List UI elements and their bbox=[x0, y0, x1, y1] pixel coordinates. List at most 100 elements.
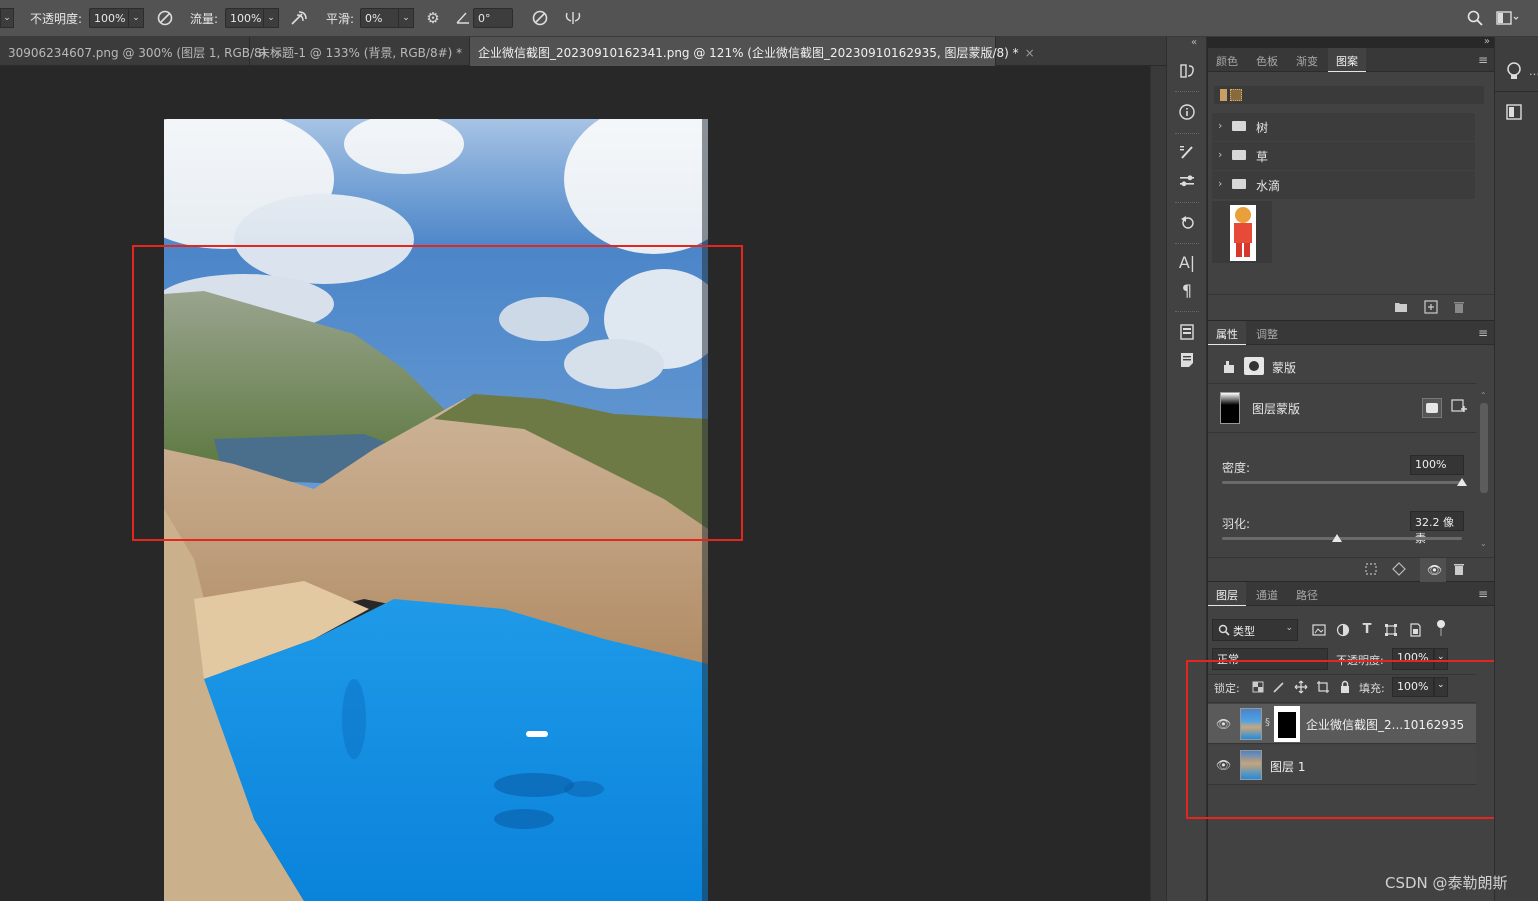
mask-icon bbox=[1244, 357, 1264, 375]
pattern-group-row[interactable]: › 草 bbox=[1212, 142, 1475, 170]
layer-mask-row[interactable]: 图层蒙版 bbox=[1208, 383, 1476, 433]
separator bbox=[1495, 91, 1538, 92]
selection-from-mask-icon[interactable] bbox=[1364, 562, 1378, 576]
new-pattern-icon[interactable] bbox=[1424, 300, 1438, 314]
flow-label: 流量: bbox=[190, 12, 219, 26]
patterns-panel: » 颜色 色板 渐变 图案 ≡ › 树 › 草 › 水滴 bbox=[1208, 36, 1494, 320]
pixel-mask-icon bbox=[1222, 360, 1236, 374]
clone-source-icon[interactable] bbox=[1177, 212, 1197, 232]
search-icon bbox=[1218, 624, 1230, 636]
opacity-input[interactable]: 100% bbox=[89, 8, 129, 28]
folder-icon bbox=[1232, 121, 1246, 131]
opacity-dropdown[interactable]: ⌄ bbox=[128, 8, 144, 28]
pressure-opacity-icon[interactable] bbox=[155, 9, 175, 27]
layer-filter-dropdown[interactable]: 类型 ⌄ bbox=[1212, 619, 1298, 641]
collapse-icon[interactable]: « bbox=[1191, 37, 1197, 48]
symmetry-icon[interactable] bbox=[563, 9, 583, 27]
brush-presets-icon[interactable] bbox=[1177, 171, 1197, 191]
paragraph-icon[interactable]: ¶ bbox=[1177, 280, 1197, 300]
search-icon[interactable] bbox=[1466, 9, 1484, 27]
lightbulb-icon[interactable] bbox=[1505, 61, 1523, 83]
filter-toggle-icon[interactable] bbox=[1436, 620, 1446, 636]
select-mask-icon[interactable] bbox=[1422, 398, 1442, 418]
document-tabs: 30906234607.png @ 300% (图层 1, RGB/8) × 未标… bbox=[0, 37, 1166, 66]
tab-swatches[interactable]: 色板 bbox=[1248, 48, 1286, 72]
pressure-size-icon[interactable] bbox=[530, 9, 550, 27]
properties-footer: 👁 bbox=[1208, 557, 1494, 582]
folder-icon bbox=[1232, 150, 1246, 160]
gear-icon[interactable]: ⚙ bbox=[424, 9, 442, 27]
trash-icon[interactable] bbox=[1452, 300, 1466, 314]
angle-input[interactable]: 0° bbox=[473, 8, 513, 28]
properties-scrollbar[interactable]: ⌃ ⌄ bbox=[1478, 391, 1490, 551]
panel-menu-icon[interactable]: ≡ bbox=[1478, 326, 1488, 340]
pattern-swatch[interactable] bbox=[1230, 89, 1242, 101]
tab-paths[interactable]: 路径 bbox=[1288, 582, 1326, 606]
density-slider[interactable] bbox=[1222, 481, 1462, 484]
libraries-icon[interactable] bbox=[1177, 322, 1197, 342]
tab-channels[interactable]: 通道 bbox=[1248, 582, 1286, 606]
tab-layers[interactable]: 图层 bbox=[1208, 582, 1246, 606]
tab-properties[interactable]: 属性 bbox=[1208, 321, 1246, 345]
vertical-scrollbar[interactable] bbox=[1150, 66, 1166, 901]
info-icon[interactable] bbox=[1177, 102, 1197, 122]
airbrush-icon[interactable] bbox=[289, 9, 309, 27]
workspace-icon[interactable] bbox=[1496, 10, 1520, 26]
panel-menu-icon[interactable]: ≡ bbox=[1478, 587, 1488, 601]
preset-dropdown[interactable]: ⌄ bbox=[0, 8, 14, 28]
doc-tab-label: 未标题-1 @ 133% (背景, RGB/8#) * bbox=[258, 46, 463, 60]
filter-pixel-icon[interactable] bbox=[1312, 623, 1326, 637]
feather-slider-thumb[interactable] bbox=[1332, 534, 1343, 542]
tab-color[interactable]: 颜色 bbox=[1208, 48, 1246, 72]
pattern-group-label: 草 bbox=[1256, 150, 1269, 164]
history-icon[interactable] bbox=[1177, 61, 1197, 81]
chevron-down-icon: ⌄ bbox=[1285, 623, 1293, 633]
filter-shape-icon[interactable] bbox=[1384, 623, 1398, 637]
close-icon[interactable]: × bbox=[1025, 46, 1035, 60]
mask-thumbnail bbox=[1220, 392, 1240, 424]
filter-smart-object-icon[interactable] bbox=[1408, 623, 1422, 637]
doc-tab-2[interactable]: 未标题-1 @ 133% (背景, RGB/8#) *× bbox=[250, 37, 478, 66]
patterns-footer bbox=[1208, 294, 1494, 320]
mask-visibility-toggle[interactable]: 👁 bbox=[1420, 558, 1446, 582]
chevron-right-icon[interactable]: › bbox=[1218, 177, 1222, 190]
doc-tab-3[interactable]: 企业微信截图_20230910162341.png @ 121% (企业微信截图… bbox=[470, 37, 1035, 66]
pattern-group-row[interactable]: › 水滴 bbox=[1212, 171, 1475, 199]
pattern-swatch[interactable] bbox=[1220, 89, 1227, 101]
panel-menu-icon[interactable]: ≡ bbox=[1478, 53, 1488, 67]
trash-icon[interactable] bbox=[1452, 562, 1466, 576]
chevron-right-icon[interactable]: › bbox=[1218, 148, 1222, 161]
flow-dropdown[interactable]: ⌄ bbox=[263, 8, 279, 28]
doc-tab-label: 企业微信截图_20230910162341.png @ 121% (企业微信截图… bbox=[478, 46, 1019, 60]
new-group-icon[interactable] bbox=[1394, 301, 1408, 313]
doc-tab-label: 30906234607.png @ 300% (图层 1, RGB/8) bbox=[8, 46, 267, 60]
tab-patterns[interactable]: 图案 bbox=[1328, 48, 1366, 72]
separator bbox=[1175, 311, 1199, 313]
vector-mask-icon[interactable] bbox=[1450, 398, 1468, 416]
character-icon[interactable]: A| bbox=[1177, 252, 1197, 272]
filter-type-icon[interactable]: T bbox=[1360, 622, 1374, 637]
pattern-group-row[interactable]: › 树 bbox=[1212, 113, 1475, 141]
flow-input[interactable]: 100% bbox=[225, 8, 265, 28]
expand-icon[interactable]: » bbox=[1484, 36, 1490, 47]
separator bbox=[1175, 243, 1199, 245]
density-input[interactable]: 100% bbox=[1410, 455, 1464, 475]
density-slider-thumb[interactable] bbox=[1457, 478, 1467, 486]
notes-icon[interactable] bbox=[1177, 350, 1197, 370]
tab-gradients[interactable]: 渐变 bbox=[1288, 48, 1326, 72]
angle-icon bbox=[455, 10, 471, 26]
apply-mask-icon[interactable] bbox=[1392, 562, 1406, 576]
layer-filter-label: 类型 bbox=[1233, 625, 1255, 638]
feather-input[interactable]: 32.2 像素 bbox=[1410, 511, 1464, 545]
smoothing-input[interactable]: 0% bbox=[360, 8, 400, 28]
panel-icon[interactable] bbox=[1505, 103, 1523, 121]
panel-label-clip: … bbox=[1529, 65, 1538, 78]
filter-adjustment-icon[interactable] bbox=[1336, 623, 1350, 637]
options-bar: ⌄ 不透明度: 100% ⌄ 流量: 100% ⌄ 平滑: 0% ⌄ ⚙ 0° bbox=[0, 0, 1538, 37]
pattern-thumbnail[interactable] bbox=[1212, 201, 1272, 263]
tab-adjustments[interactable]: 调整 bbox=[1248, 321, 1286, 345]
brush-settings-icon[interactable] bbox=[1177, 142, 1197, 162]
doc-tab-1[interactable]: 30906234607.png @ 300% (图层 1, RGB/8) × bbox=[0, 37, 282, 66]
chevron-right-icon[interactable]: › bbox=[1218, 119, 1222, 132]
smoothing-dropdown[interactable]: ⌄ bbox=[398, 8, 414, 28]
